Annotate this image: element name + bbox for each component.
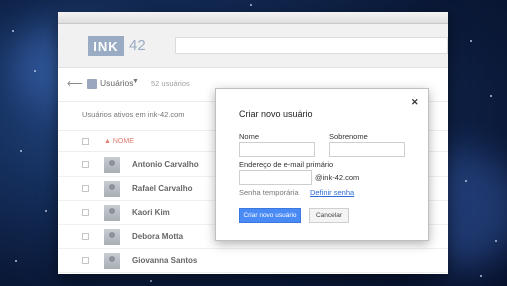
user-name[interactable]: Giovanna Santos (132, 256, 197, 265)
users-icon (87, 79, 97, 89)
cancel-button[interactable]: Cancelar (309, 208, 349, 223)
user-count: 52 usuários (151, 79, 190, 88)
star (150, 280, 152, 282)
star (20, 150, 22, 152)
row-checkbox[interactable] (82, 257, 89, 264)
email-domain: @ink-42.com (315, 173, 360, 182)
user-name[interactable]: Antonio Carvalho (132, 160, 199, 169)
last-name-field[interactable] (329, 142, 405, 157)
last-name-label: Sobrenome (329, 132, 368, 141)
star (465, 180, 467, 182)
avatar (104, 157, 120, 173)
select-all-checkbox[interactable] (82, 138, 89, 145)
create-user-dialog: Criar novo usuário ✕ Nome Sobrenome Ende… (215, 88, 429, 241)
first-name-label: Nome (239, 132, 260, 141)
star (15, 260, 17, 262)
email-field[interactable] (239, 170, 312, 185)
table-row[interactable]: Giovanna Santos (58, 249, 448, 273)
user-name[interactable]: Debora Motta (132, 232, 183, 241)
set-password-link[interactable]: Definir senha (310, 188, 354, 197)
create-user-button[interactable]: Criar novo usuário (239, 208, 301, 223)
first-name-field[interactable] (239, 142, 315, 157)
star (34, 70, 36, 72)
user-name[interactable]: Kaori Kim (132, 208, 170, 217)
temporary-password-label: Senha temporária (239, 188, 299, 197)
email-label: Endereço de e-mail primário (239, 160, 334, 169)
avatar (104, 205, 120, 221)
users-dropdown[interactable]: Usuários (100, 78, 134, 88)
star (12, 30, 14, 32)
logo[interactable]: INK (88, 36, 124, 56)
close-icon[interactable]: ✕ (411, 97, 419, 108)
app-header: INK 42 (58, 24, 448, 68)
search-input[interactable] (175, 37, 448, 54)
chevron-down-icon[interactable]: ▼ (132, 78, 139, 85)
star (480, 275, 482, 277)
sort-by-name[interactable]: ▲ NOME (104, 138, 134, 145)
row-checkbox[interactable] (82, 185, 89, 192)
row-checkbox[interactable] (82, 161, 89, 168)
avatar (104, 181, 120, 197)
star (470, 40, 472, 42)
row-checkbox[interactable] (82, 233, 89, 240)
row-checkbox[interactable] (82, 209, 89, 216)
logo-number: 42 (129, 37, 146, 54)
star (490, 95, 492, 97)
star (250, 4, 252, 6)
avatar (104, 253, 120, 269)
avatar (104, 229, 120, 245)
active-users-label: Usuários ativos em ink-42.com (82, 110, 185, 119)
dialog-title: Criar novo usuário (239, 109, 313, 119)
back-arrow-icon[interactable]: ⟵ (67, 77, 83, 90)
star (495, 240, 497, 242)
window-titlebar (58, 12, 448, 24)
star (45, 210, 47, 212)
user-name[interactable]: Rafael Carvalho (132, 184, 192, 193)
